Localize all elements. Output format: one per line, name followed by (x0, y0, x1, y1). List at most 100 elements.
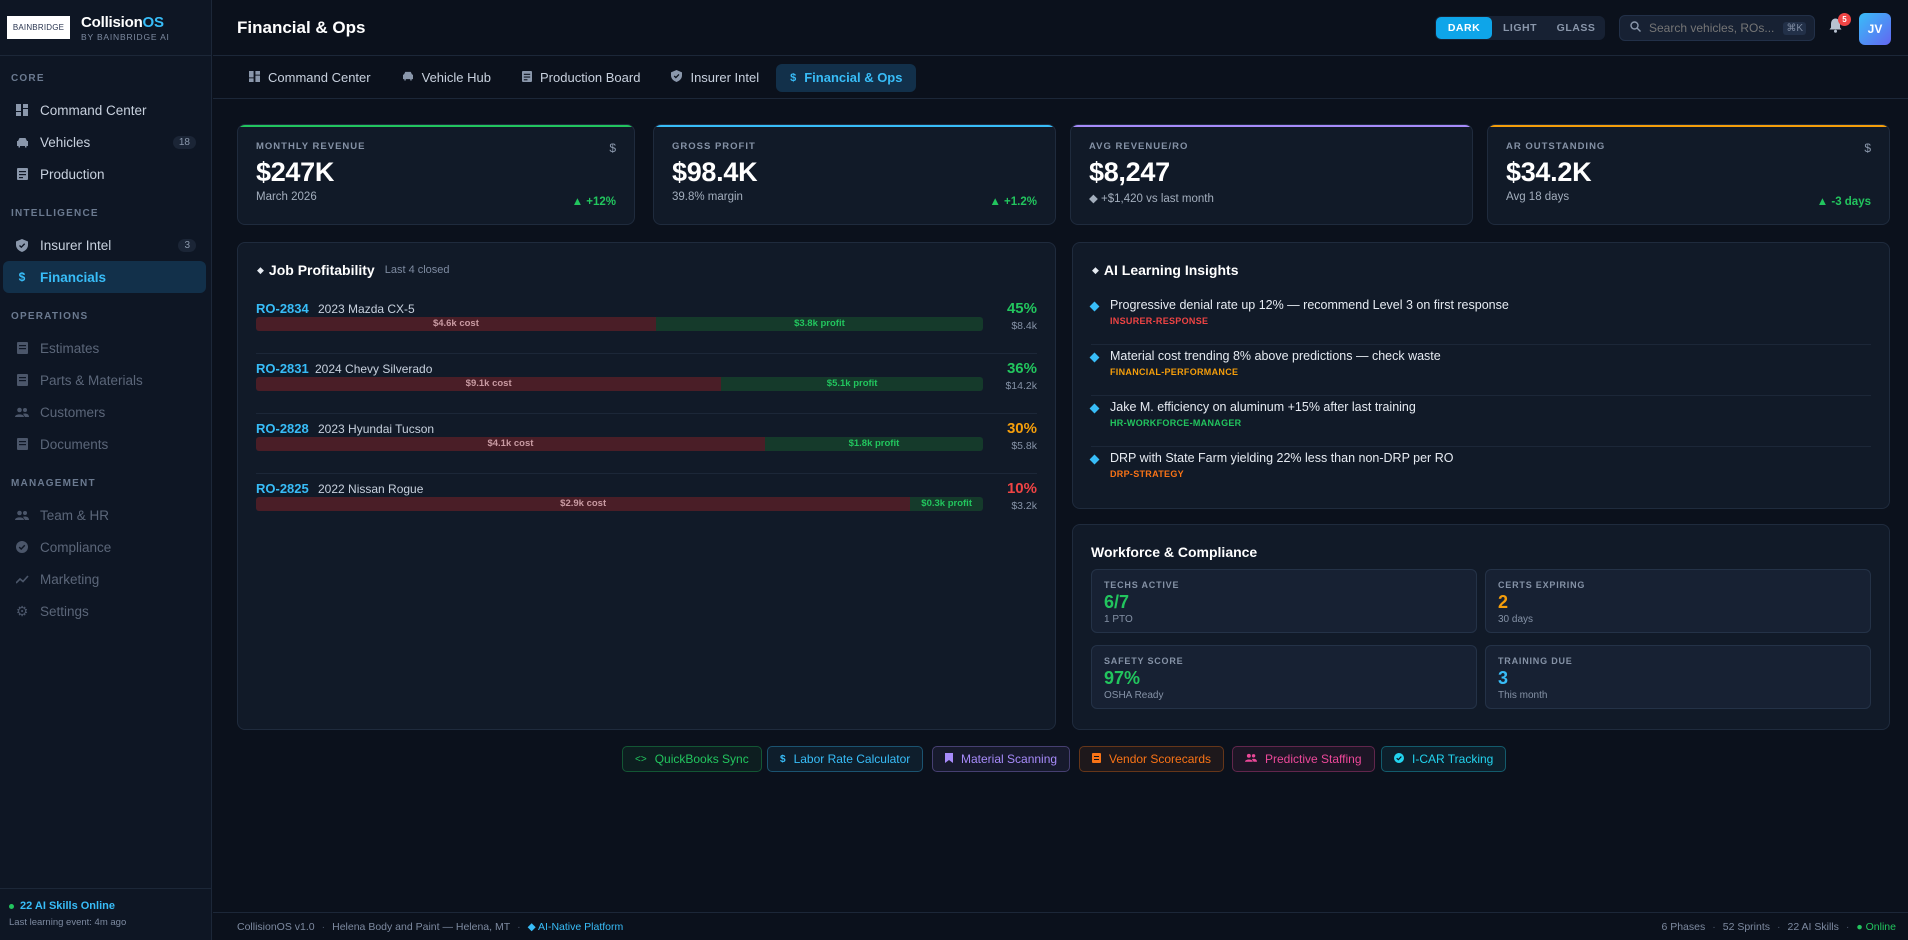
sidebar-item-parts-materials[interactable]: Parts & Materials (3, 364, 206, 396)
quickbooks-sync-button[interactable]: <> QuickBooks Sync (622, 746, 762, 772)
sidebar-item-vehicles[interactable]: Vehicles 18 (3, 126, 206, 158)
tab-label: Production Board (540, 70, 641, 85)
sidebar-item-label: Customers (40, 404, 106, 420)
sidebar-item-marketing[interactable]: Marketing (3, 563, 206, 595)
job-row[interactable]: RO-2828 2023 Hyundai Tucson 30% $4.1k co… (256, 414, 1037, 474)
quick-link-label: Vendor Scorecards (1109, 752, 1212, 766)
job-row[interactable]: RO-2831 2024 Chevy Silverado 36% $9.1k c… (256, 354, 1037, 414)
stat-card-safety-score: SAFETY SCORE 97% OSHA Ready (1091, 645, 1477, 709)
insight-item[interactable]: Progressive denial rate up 12% — recomme… (1089, 294, 1871, 345)
tab-financial-ops[interactable]: $ Financial & Ops (776, 63, 917, 92)
insight-item[interactable]: Jake M. efficiency on aluminum +15% afte… (1089, 396, 1871, 447)
ro-number[interactable]: RO-2831 (256, 361, 309, 376)
bookmark-icon (945, 752, 953, 766)
nav-section-intelligence: INTELLIGENCE Insurer Intel 3 $ Financials (0, 190, 211, 293)
quick-links: <> QuickBooks Sync $ Labor Rate Calculator… (0, 746, 1908, 772)
ro-number[interactable]: RO-2828 (256, 421, 309, 436)
profit-segment: $3.8k profit (655, 317, 983, 331)
stat-label: SAFETY SCORE (1104, 656, 1184, 666)
skills-status: 22 AI Skills Online (9, 900, 203, 912)
bullet-diamond-icon (1089, 403, 1100, 414)
sidebar-item-command-center[interactable]: Command Center (3, 94, 206, 126)
theme-light-button[interactable]: LIGHT (1492, 17, 1548, 39)
sidebar-item-label: Vehicles (40, 134, 91, 150)
gear-icon: ⚙ (15, 602, 29, 619)
panel-title-text: AI Learning Insights (1103, 262, 1239, 278)
vendor-scorecards-button[interactable]: Vendor Scorecards (1079, 746, 1225, 772)
job-row[interactable]: RO-2834 2023 Mazda CX-5 45% $4.6k cost $3… (256, 294, 1037, 354)
cost-segment: $9.1k cost (256, 377, 722, 391)
sidebar-item-financials[interactable]: $ Financials (3, 261, 206, 293)
theme-dark-button[interactable]: DARK (1436, 17, 1492, 39)
check-icon (1394, 752, 1404, 766)
insight-item[interactable]: Material cost trending 8% above predicti… (1089, 345, 1871, 396)
labor-rate-calculator-button[interactable]: $ Labor Rate Calculator (767, 746, 924, 772)
search-box[interactable]: ⌘K (1619, 15, 1815, 41)
ro-number[interactable]: RO-2825 (256, 481, 309, 496)
kpi-label: AVG REVENUE/RO (1089, 141, 1189, 152)
bullet-diamond-icon (1089, 454, 1100, 465)
insight-text: DRP with State Farm yielding 22% less th… (1110, 451, 1454, 465)
sidebar-footer: 22 AI Skills Online Last learning event:… (0, 888, 212, 940)
tab-vehicle-hub[interactable]: Vehicle Hub (388, 64, 505, 92)
cost-profit-bar: $4.1k cost $1.8k profit (256, 437, 983, 451)
brand[interactable]: BAINBRIDGE CollisionOS BY BAINBRIDGE AI (0, 0, 211, 56)
ro-number[interactable]: RO-2834 (256, 301, 309, 316)
separator: · (1777, 920, 1781, 933)
job-row[interactable]: RO-2825 2022 Nissan Rogue 10% $2.9k cost… (256, 474, 1037, 534)
sidebar-item-insurer-intel[interactable]: Insurer Intel 3 (3, 229, 206, 261)
app-root: BAINBRIDGE CollisionOS BY BAINBRIDGE AI … (0, 0, 1908, 940)
insight-item[interactable]: DRP with State Farm yielding 22% less th… (1089, 447, 1871, 498)
brand-subtitle: BY BAINBRIDGE AI (81, 31, 170, 42)
card-icon (1092, 752, 1101, 766)
tab-insurer-intel[interactable]: Insurer Intel (657, 64, 773, 92)
search-input[interactable] (1649, 21, 1777, 35)
people-icon (15, 405, 29, 419)
panel-subtitle: Last 4 closed (384, 264, 450, 276)
predictive-staffing-button[interactable]: Predictive Staffing (1232, 746, 1375, 772)
sidebar-item-team-hr[interactable]: Team & HR (3, 499, 206, 531)
workforce-compliance-panel: Workforce & Compliance TECHS ACTIVE 6/7 … (1072, 524, 1890, 730)
theme-glass-button[interactable]: GLASS (1548, 17, 1604, 39)
bullet-diamond-icon (1089, 352, 1100, 363)
kpi-accent-bar (654, 125, 1055, 127)
code-icon: <> (635, 753, 647, 765)
profit-percent: 36% (1006, 360, 1037, 377)
insight-tag: DRP-STRATEGY (1110, 469, 1184, 479)
sidebar-item-documents[interactable]: Documents (3, 428, 206, 460)
sidebar-item-customers[interactable]: Customers (3, 396, 206, 428)
shield-icon (671, 70, 683, 85)
nav-section-core: CORE Command Center Vehicles 18 Productio… (0, 56, 211, 190)
cost-profit-bar: $2.9k cost $0.3k profit (256, 497, 983, 511)
material-scanning-button[interactable]: Material Scanning (932, 746, 1071, 772)
profit-percent: 45% (1006, 300, 1037, 317)
icar-tracking-button[interactable]: I-CAR Tracking (1381, 746, 1507, 772)
dashboard-icon (249, 70, 260, 85)
page-title: Financial & Ops (237, 17, 366, 37)
sidebar-item-production[interactable]: Production (3, 158, 206, 190)
kpi-delta: ▲ -3 days (1816, 196, 1871, 208)
tab-production-board[interactable]: Production Board (508, 64, 654, 92)
car-icon (402, 71, 414, 84)
quick-link-label: I-CAR Tracking (1412, 752, 1494, 766)
notifications-button[interactable]: 5 (1829, 13, 1851, 36)
tab-command-center[interactable]: Command Center (235, 64, 385, 92)
kpi-subtext: March 2026 (256, 191, 317, 203)
shop-location: Helena Body and Paint — Helena, MT (332, 920, 511, 933)
panel-title-text: Job Profitability (268, 262, 375, 278)
panel-title: ◆ AI Learning Insights (1092, 262, 1239, 278)
doc-icon (15, 437, 29, 451)
sidebar-item-label: Documents (40, 436, 109, 452)
cost-segment: $2.9k cost (256, 497, 911, 511)
vehicle-name: 2022 Nissan Rogue (318, 482, 424, 496)
insight-text: Material cost trending 8% above predicti… (1110, 349, 1441, 363)
stat-label: CERTS EXPIRING (1498, 580, 1586, 590)
vehicle-name: 2023 Hyundai Tucson (318, 422, 435, 436)
separator: · (517, 920, 521, 933)
sidebar-item-compliance[interactable]: Compliance (3, 531, 206, 563)
sidebar-item-settings[interactable]: ⚙ Settings (3, 595, 206, 627)
cost-profit-bar: $4.6k cost $3.8k profit (256, 317, 983, 331)
user-avatar[interactable]: JV (1859, 13, 1891, 45)
kpi-value: $34.2K (1506, 157, 1592, 187)
sidebar-item-estimates[interactable]: Estimates (3, 332, 206, 364)
